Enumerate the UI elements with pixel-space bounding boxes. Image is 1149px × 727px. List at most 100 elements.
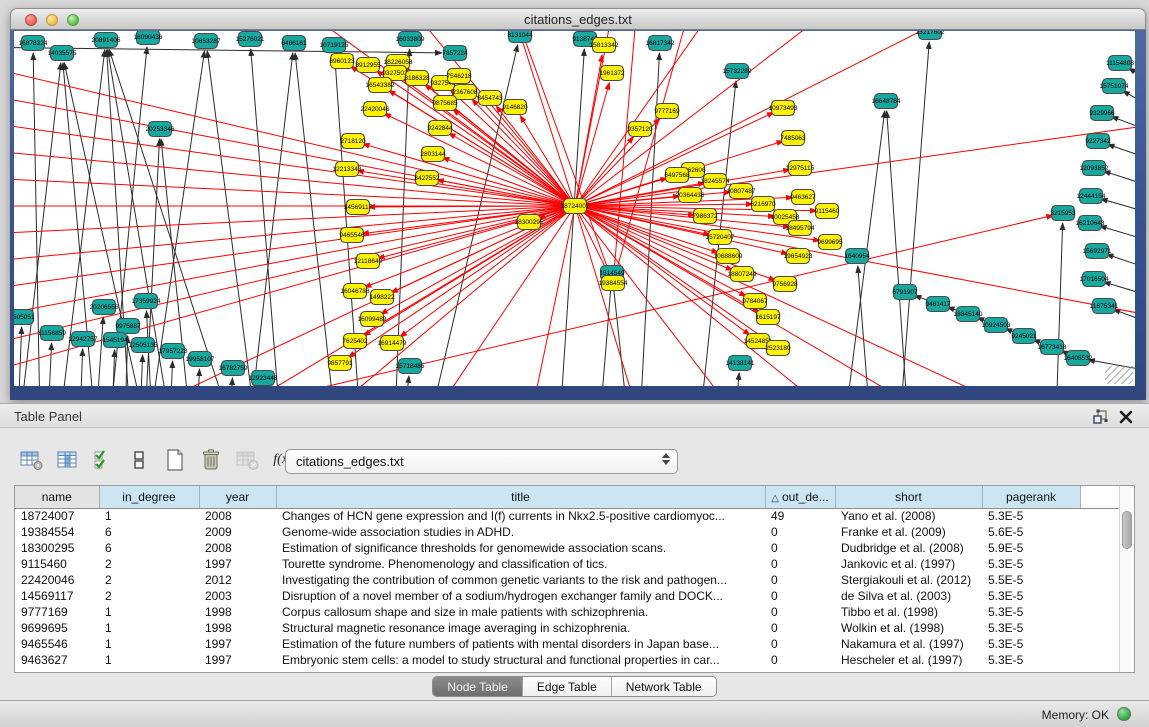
- table-cell[interactable]: 49: [765, 508, 835, 524]
- table-cell[interactable]: Yano et al. (2008): [835, 508, 982, 524]
- graph-node[interactable]: 1615197: [755, 310, 781, 325]
- column-header-year[interactable]: year: [199, 486, 276, 508]
- graph-edge[interactable]: [640, 53, 659, 386]
- graph-node[interactable]: 20253346: [146, 122, 175, 137]
- graph-node[interactable]: 7485063: [780, 131, 806, 146]
- table-cell[interactable]: 0: [765, 556, 835, 572]
- table-cell[interactable]: 19384554: [15, 524, 99, 540]
- graph-node[interactable]: 14569117: [344, 200, 373, 215]
- graph-node[interactable]: 11675341: [1090, 299, 1119, 314]
- table-cell[interactable]: 5.6E-5: [982, 524, 1080, 540]
- table-cell[interactable]: de Silva et al. (2003): [835, 588, 982, 604]
- table-cell[interactable]: Hescheler et al. (1997): [835, 652, 982, 668]
- table-cell[interactable]: 9777169: [15, 604, 99, 620]
- graph-edge[interactable]: [1123, 91, 1135, 106]
- table-cell[interactable]: Investigating the contribution of common…: [276, 572, 765, 588]
- graph-edge[interactable]: [449, 133, 575, 206]
- table-cell[interactable]: 1: [99, 620, 199, 636]
- graph-node[interactable]: 15276021: [236, 32, 265, 47]
- graph-node[interactable]: 16773418: [1038, 340, 1067, 355]
- network-canvas[interactable]: 1687832414035575208914061809043610653287…: [14, 31, 1135, 386]
- table-row[interactable]: 946554611997Estimation of the future num…: [15, 636, 1121, 652]
- table-cell[interactable]: Genome-wide association studies in ADHD.: [276, 524, 765, 540]
- graph-node[interactable]: 9463627: [790, 190, 816, 205]
- graph-node[interactable]: 2523180: [765, 341, 791, 356]
- table-cell[interactable]: 0: [765, 540, 835, 556]
- float-window-icon[interactable]: [1091, 408, 1109, 426]
- graph-node[interactable]: 12093852: [1080, 161, 1109, 176]
- graph-node[interactable]: 7857224: [442, 46, 468, 61]
- graph-node[interactable]: 18807249: [728, 267, 757, 282]
- graph-node[interactable]: 14138141: [726, 356, 755, 371]
- graph-edge[interactable]: [575, 122, 1135, 206]
- table-cell[interactable]: Tourette syndrome. Phenomenology and cla…: [276, 556, 765, 572]
- table-cell[interactable]: 2: [99, 572, 199, 588]
- graph-node[interactable]: 11154808: [1106, 56, 1134, 71]
- graph-node[interactable]: 9242844: [427, 121, 453, 136]
- column-header-pagerank[interactable]: pagerank: [982, 486, 1080, 508]
- graph-edge[interactable]: [14, 206, 575, 236]
- table-cell[interactable]: Wolkin et al. (1998): [835, 620, 982, 636]
- delete-column-icon[interactable]: [198, 447, 224, 473]
- table-options-icon[interactable]: [18, 447, 44, 473]
- graph-node[interactable]: 9777169: [654, 104, 680, 119]
- graph-node[interactable]: 1545194: [102, 333, 128, 348]
- graph-node[interactable]: 18300295: [515, 215, 544, 230]
- table-cell[interactable]: Dudbridge et al. (2008): [835, 540, 982, 556]
- graph-node[interactable]: 11156859: [38, 326, 66, 341]
- graph-edge[interactable]: [230, 378, 232, 386]
- graph-node[interactable]: 9245021: [1011, 329, 1037, 344]
- table-row[interactable]: 969969511998Structural magnetic resonanc…: [15, 620, 1121, 636]
- graph-node[interactable]: 2803144: [420, 147, 446, 162]
- graph-node[interactable]: 9357120: [627, 122, 653, 137]
- table-cell[interactable]: 18724007: [15, 508, 99, 524]
- graph-node[interactable]: 8912955: [355, 58, 381, 73]
- select-rows-icon[interactable]: [90, 447, 116, 473]
- table-cell[interactable]: 9699695: [15, 620, 99, 636]
- graph-edge[interactable]: [14, 147, 575, 206]
- table-cell[interactable]: Estimation of significance thresholds fo…: [276, 540, 765, 556]
- graph-node[interactable]: 16648784: [872, 94, 901, 109]
- graph-node[interactable]: 12444154: [1077, 189, 1106, 204]
- graph-node[interactable]: 17957223: [159, 344, 188, 359]
- table-row[interactable]: 1872400712008Changes of HCN gene express…: [15, 508, 1121, 524]
- graph-node[interactable]: 6466161: [281, 36, 307, 51]
- graph-edge[interactable]: [150, 51, 205, 386]
- close-panel-icon[interactable]: [1117, 408, 1135, 426]
- graph-node[interactable]: 10688609: [714, 249, 743, 264]
- table-cell[interactable]: 5.3E-5: [982, 556, 1080, 572]
- graph-edge[interactable]: [170, 361, 173, 386]
- graph-node[interactable]: 6791907: [892, 285, 918, 300]
- graph-node[interactable]: 9115460: [815, 204, 840, 219]
- graph-node[interactable]: 2718120: [340, 134, 366, 149]
- table-cell[interactable]: 0: [765, 620, 835, 636]
- table-cell[interactable]: 5.9E-5: [982, 540, 1080, 556]
- table-cell[interactable]: 2008: [199, 540, 276, 556]
- graph-node[interactable]: 8186328: [404, 71, 430, 86]
- graph-node[interactable]: 6216970: [750, 197, 776, 212]
- table-cell[interactable]: 9115460: [15, 556, 99, 572]
- graph-node[interactable]: 15692971: [1083, 244, 1112, 259]
- table-cell[interactable]: 0: [765, 572, 835, 588]
- graph-node[interactable]: 9699695: [817, 235, 843, 250]
- graph-node[interactable]: 15720407: [706, 230, 735, 245]
- table-cell[interactable]: 2012: [199, 572, 276, 588]
- table-cell[interactable]: Stergiakouli et al. (2012): [835, 572, 982, 588]
- graph-edge[interactable]: [1107, 144, 1135, 159]
- graph-node[interactable]: 19958107: [186, 352, 215, 367]
- graph-edge[interactable]: [251, 49, 280, 386]
- graph-node[interactable]: 15813342: [590, 38, 619, 53]
- table-cell[interactable]: 2: [99, 556, 199, 572]
- graph-node[interactable]: 10719125: [320, 38, 349, 53]
- table-cell[interactable]: 1: [99, 604, 199, 620]
- graph-node[interactable]: 6497568: [664, 168, 690, 183]
- table-cell[interactable]: 5.3E-5: [982, 604, 1080, 620]
- table-cell[interactable]: 14569117: [15, 588, 99, 604]
- table-cell[interactable]: 1998: [199, 620, 276, 636]
- graph-node[interactable]: 16210643: [1076, 216, 1105, 231]
- graph-node[interactable]: 20206556: [90, 300, 119, 315]
- graph-node[interactable]: 1498222: [369, 290, 395, 305]
- graph-edge[interactable]: [207, 51, 255, 386]
- table-cell[interactable]: 2008: [199, 508, 276, 524]
- graph-node[interactable]: 16878324: [19, 36, 48, 51]
